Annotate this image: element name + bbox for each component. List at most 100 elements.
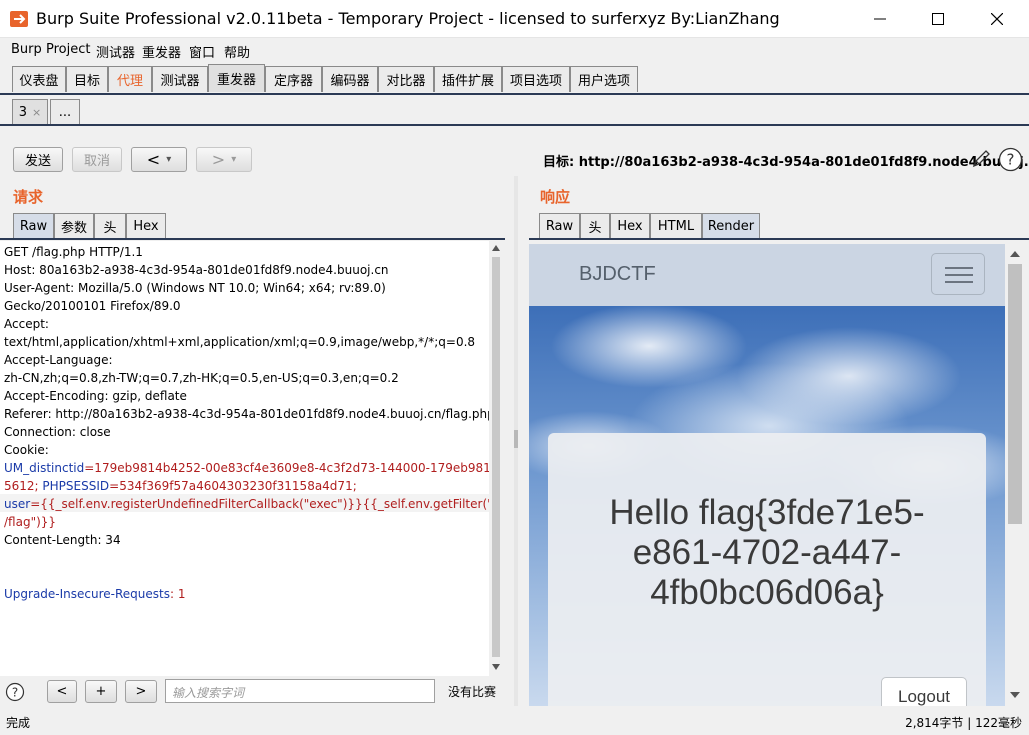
flag-message-line: 4fb0bc06d06a} [650, 573, 884, 612]
tab-intruder[interactable]: 测试器 [152, 66, 208, 92]
menu-repeater[interactable]: 重发器 [142, 42, 181, 61]
tab-target[interactable]: 目标 [66, 66, 108, 92]
cookie-value: 5612; [4, 479, 39, 493]
resp-tab-hex[interactable]: Hex [610, 213, 650, 238]
forward-arrow-icon: > [211, 150, 226, 169]
close-window-button[interactable] [968, 0, 1026, 38]
status-bar: 完成 2,814字节 | 122毫秒 [0, 708, 1029, 735]
minimize-icon [874, 18, 886, 20]
cookie-line: 5612; PHPSESSID=534f369f57a4604303230f31… [4, 479, 357, 493]
flag-card: Hello flag{3fde71e5- e861-4702-a447- 4fb… [548, 433, 986, 706]
divider [0, 124, 1029, 126]
header-line: text/html,application/xhtml+xml,applicat… [4, 335, 476, 349]
tab-request-3[interactable]: 3 × [12, 99, 48, 124]
close-tab-icon[interactable]: × [32, 106, 41, 119]
rendered-response: BJDCTF Hello flag{3fde71e5- e861-4702-a4… [529, 244, 1005, 706]
header-line: Accept-Language: [4, 353, 113, 367]
divider [0, 93, 1029, 95]
pane-splitter[interactable] [514, 176, 518, 706]
tab-dashboard[interactable]: 仪表盘 [12, 66, 66, 92]
close-icon [991, 13, 1003, 25]
menu-intruder[interactable]: 测试器 [96, 42, 135, 61]
header-line: Referer: http://80a163b2-a938-4c3d-954a-… [4, 407, 489, 421]
header-line: Host: 80a163b2-a938-4c3d-954a-801de01fd8… [4, 263, 389, 277]
tab-decoder[interactable]: 编码器 [322, 66, 378, 92]
title-bar: Burp Suite Professional v2.0.11beta - Te… [0, 0, 1029, 38]
scroll-down-icon[interactable] [489, 660, 503, 674]
cookie-value: =534f369f57a4604303230f31158a4d71; [109, 479, 357, 493]
resp-tab-headers[interactable]: 头 [580, 213, 610, 238]
menu-project[interactable]: Project [46, 42, 90, 57]
param-name: Upgrade-Insecure-Requests [4, 587, 170, 601]
body-line: Upgrade-Insecure-Requests: 1 [4, 587, 186, 601]
response-title: 响应 [540, 188, 571, 206]
maximize-button[interactable] [909, 0, 967, 38]
search-input[interactable]: 输入搜索字词 [165, 679, 435, 703]
req-tab-hex[interactable]: Hex [126, 213, 166, 238]
back-button[interactable]: < ▾ [131, 147, 187, 172]
search-match-count: 没有比赛 [448, 685, 497, 699]
cancel-button[interactable]: 取消 [72, 147, 122, 172]
tab-user-options[interactable]: 用户选项 [570, 66, 638, 92]
header-line: User-Agent: Mozilla/5.0 (Windows NT 10.0… [4, 281, 386, 295]
header-line: Connection: close [4, 425, 111, 439]
req-tab-raw[interactable]: Raw [13, 213, 54, 238]
menu-toggle-button[interactable] [931, 253, 985, 295]
back-arrow-icon: < [146, 150, 161, 169]
tab-proxy[interactable]: 代理 [108, 66, 152, 92]
response-size-time: 2,814字节 | 122毫秒 [905, 716, 1022, 730]
forward-button[interactable]: > ▾ [196, 147, 252, 172]
tab-repeater[interactable]: 重发器 [208, 64, 265, 92]
main-tabs: 仪表盘 目标 代理 测试器 重发器 定序器 编码器 对比器 插件扩展 项目选项 … [0, 62, 1029, 94]
sub-tab-label: 3 [18, 104, 28, 120]
cookie-value: =179eb9814b4252-00e83cf4e3609e8-4c3f2d73… [84, 461, 489, 475]
help-glyph: ? [12, 686, 18, 700]
search-prev-button[interactable]: < [47, 680, 77, 703]
scroll-up-icon[interactable] [1005, 246, 1025, 262]
minimize-button[interactable] [851, 0, 909, 38]
menu-help[interactable]: 帮助 [224, 42, 250, 61]
req-tab-params[interactable]: 参数 [54, 213, 94, 238]
request-editor[interactable]: GET /flag.php HTTP/1.1 Host: 80a163b2-a9… [0, 241, 489, 676]
param-value: : 1 [170, 587, 186, 601]
req-tab-headers[interactable]: 头 [94, 213, 126, 238]
window-title: Burp Suite Professional v2.0.11beta - Te… [36, 9, 780, 28]
maximize-icon [932, 13, 944, 25]
site-brand[interactable]: BJDCTF [579, 263, 656, 286]
edit-pencil-icon[interactable] [970, 148, 992, 170]
menu-window[interactable]: 窗口 [189, 42, 215, 61]
resp-tab-html[interactable]: HTML [650, 213, 702, 238]
search-add-button[interactable]: + [85, 680, 117, 703]
scroll-thumb[interactable] [1008, 264, 1022, 524]
divider [529, 238, 1029, 240]
dropdown-arrow-icon: ▾ [166, 154, 172, 165]
logout-button[interactable]: Logout [881, 677, 967, 706]
tab-comparer[interactable]: 对比器 [378, 66, 434, 92]
hamburger-icon [945, 281, 973, 283]
new-tab-button[interactable]: ... [50, 99, 80, 124]
status-text: 完成 [6, 716, 31, 730]
search-next-button[interactable]: > [125, 680, 157, 703]
cookie-name: PHPSESSID [42, 479, 110, 493]
tab-project-options[interactable]: 项目选项 [502, 66, 570, 92]
hamburger-icon [945, 274, 973, 276]
help-icon[interactable]: ? [998, 147, 1023, 172]
menu-burp[interactable]: Burp [11, 42, 42, 57]
send-button[interactable]: 发送 [13, 147, 63, 172]
search-help-icon[interactable]: ? [5, 682, 25, 702]
response-scrollbar[interactable] [1005, 244, 1025, 706]
splitter-handle[interactable] [514, 430, 518, 448]
scroll-down-icon[interactable] [1005, 687, 1025, 703]
header-line: zh-CN,zh;q=0.8,zh-TW;q=0.7,zh-HK;q=0.5,e… [4, 371, 399, 385]
resp-tab-render[interactable]: Render [702, 213, 760, 238]
request-scrollbar[interactable] [489, 241, 503, 676]
header-line: Cookie: [4, 443, 49, 457]
cookie-name: user [4, 497, 31, 511]
tab-extender[interactable]: 插件扩展 [434, 66, 502, 92]
tab-sequencer[interactable]: 定序器 [265, 66, 322, 92]
scroll-thumb[interactable] [492, 257, 500, 657]
cookie-name: UM_distinctid [4, 461, 85, 475]
scroll-up-icon[interactable] [489, 241, 503, 255]
header-line: Content-Length: 34 [4, 533, 121, 547]
resp-tab-raw[interactable]: Raw [539, 213, 580, 238]
